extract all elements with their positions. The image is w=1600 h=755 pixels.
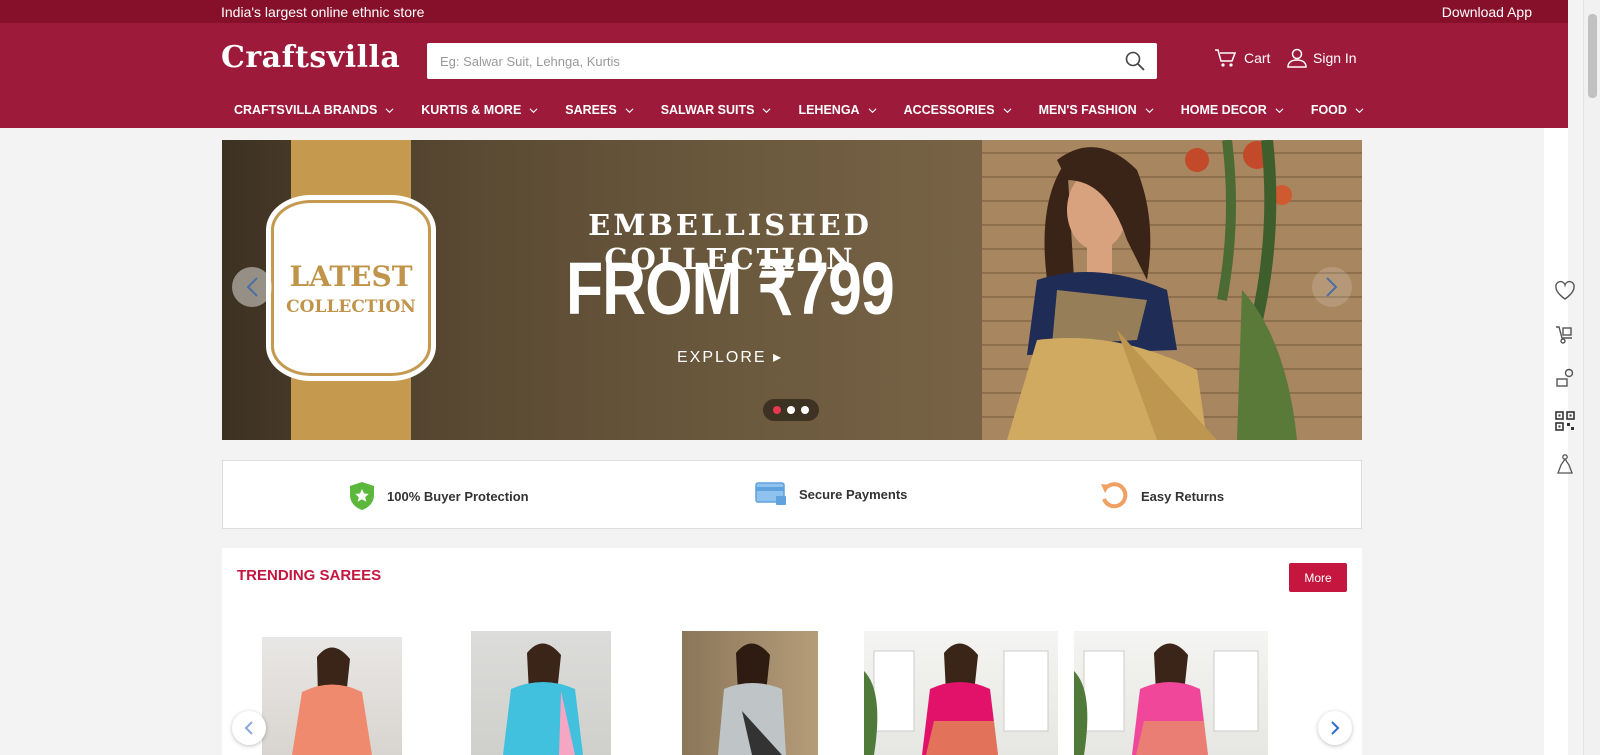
- cart-button[interactable]: Cart: [1214, 48, 1270, 68]
- nav-kurtis-more[interactable]: KURTIS & MORE: [408, 100, 552, 120]
- chevron-down-icon: [1003, 107, 1012, 113]
- nav-label: SAREES: [565, 103, 617, 117]
- section-title: TRENDING SAREES: [237, 567, 382, 584]
- shield-icon: [350, 482, 374, 510]
- chevron-down-icon: [1275, 107, 1284, 113]
- nav-food[interactable]: FOOD: [1298, 100, 1378, 120]
- badge-line1: LATEST: [289, 259, 413, 293]
- product-card[interactable]: [471, 631, 611, 755]
- product-image: [292, 647, 372, 755]
- feature-secure-payments: Secure Payments: [755, 481, 907, 507]
- tagline: India's largest online ethnic store: [221, 4, 425, 20]
- chevron-down-icon: [529, 107, 538, 113]
- cart-icon: [1215, 49, 1236, 67]
- product-image: [503, 643, 583, 755]
- product-image: [864, 643, 1049, 755]
- hero-banner[interactable]: LATEST COLLECTION EMBELLISHED COLLECTION…: [222, 140, 1362, 440]
- nav-label: SALWAR SUITS: [660, 103, 755, 117]
- qr-code-icon[interactable]: [1554, 410, 1576, 432]
- nav-label: FOOD: [1310, 103, 1347, 117]
- nav-label: ACCESSORIES: [903, 103, 995, 117]
- banner-next-button[interactable]: [1312, 267, 1352, 307]
- heart-icon[interactable]: [1554, 280, 1576, 302]
- product-image: [718, 643, 786, 755]
- chevron-down-icon: [868, 107, 877, 113]
- sign-in-button[interactable]: Sign In: [1287, 48, 1357, 68]
- search-icon[interactable]: [1125, 51, 1145, 71]
- feature-easy-returns: Easy Returns: [1099, 481, 1224, 511]
- slide-dot-2[interactable]: [787, 406, 795, 414]
- track-order-icon[interactable]: [1554, 367, 1576, 389]
- feature-label: 100% Buyer Protection: [387, 488, 529, 504]
- nav-label: MEN'S FASHION: [1038, 103, 1137, 117]
- product-card[interactable]: [864, 631, 1058, 755]
- chevron-right-icon: [1326, 277, 1338, 297]
- carousel-next-button[interactable]: [1318, 711, 1352, 745]
- scrollbar-thumb[interactable]: [1588, 14, 1597, 98]
- carousel-prev-button[interactable]: [232, 711, 266, 745]
- nav-label: CRAFTSVILLA BRANDS: [234, 103, 378, 117]
- nav-label: LEHENGA: [798, 103, 860, 117]
- category-nav: CRAFTSVILLA BRANDS KURTIS & MORE SAREES …: [221, 100, 1378, 128]
- nav-accessories[interactable]: ACCESSORIES: [891, 100, 1026, 120]
- banner-price: FROM ₹799: [566, 247, 895, 330]
- chevron-down-icon: [385, 107, 394, 113]
- sign-in-label: Sign In: [1313, 50, 1357, 66]
- slide-indicator: [763, 399, 819, 421]
- nav-salwar-suits[interactable]: SALWAR SUITS: [648, 100, 786, 120]
- search-input[interactable]: [427, 43, 1087, 79]
- dress-icon[interactable]: [1554, 453, 1576, 475]
- return-icon: [1101, 482, 1128, 509]
- nav-sarees[interactable]: SAREES: [552, 100, 647, 120]
- cart-label: Cart: [1244, 50, 1271, 66]
- chevron-down-icon: [1145, 107, 1154, 113]
- feature-label: Easy Returns: [1141, 488, 1225, 504]
- page-scrollbar[interactable]: [1583, 0, 1600, 755]
- product-card[interactable]: [262, 637, 402, 755]
- nav-label: HOME DECOR: [1180, 103, 1267, 117]
- chevron-left-icon: [244, 721, 253, 735]
- download-app-link[interactable]: Download App: [1442, 4, 1532, 20]
- feature-label: Secure Payments: [799, 486, 908, 502]
- product-card[interactable]: [682, 631, 818, 755]
- chevron-down-icon: [625, 107, 634, 113]
- more-button[interactable]: More: [1289, 563, 1347, 592]
- badge-line2: COLLECTION: [286, 296, 416, 317]
- explore-link[interactable]: EXPLORE ▸: [480, 347, 980, 367]
- nav-mens-fashion[interactable]: MEN'S FASHION: [1026, 100, 1168, 120]
- nav-lehenga[interactable]: LEHENGA: [785, 100, 890, 120]
- nav-label: KURTIS & MORE: [421, 103, 522, 117]
- chevron-left-icon: [246, 277, 258, 297]
- nav-home-decor[interactable]: HOME DECOR: [1168, 100, 1298, 120]
- model-image: [1007, 140, 1297, 440]
- top-strip: India's largest online ethnic store Down…: [0, 0, 1568, 23]
- search-box: [427, 43, 1157, 79]
- product-card[interactable]: [1074, 631, 1268, 755]
- right-rail: [1544, 128, 1568, 755]
- product-image: [1074, 643, 1259, 755]
- user-icon: [1287, 48, 1307, 68]
- feature-buyer-protection: 100% Buyer Protection: [349, 481, 529, 511]
- chevron-right-icon: [1331, 721, 1340, 735]
- latest-collection-badge: LATEST COLLECTION: [266, 195, 436, 381]
- banner-prev-button[interactable]: [232, 267, 272, 307]
- delivery-icon[interactable]: [1554, 323, 1576, 345]
- slide-dot-3[interactable]: [801, 406, 809, 414]
- trust-features: 100% Buyer Protection Secure Payments Ea…: [222, 460, 1362, 529]
- chevron-down-icon: [1355, 107, 1364, 113]
- slide-dot-1[interactable]: [773, 406, 781, 414]
- chevron-down-icon: [762, 107, 771, 113]
- trending-sarees-section: TRENDING SAREES More: [222, 548, 1362, 755]
- craftsvilla-logo[interactable]: Craftsvilla: [221, 40, 400, 75]
- nav-craftsvilla-brands[interactable]: CRAFTSVILLA BRANDS: [221, 100, 408, 120]
- site-header: Craftsvilla Cart Sign In CRAFTSVILLA BRA…: [0, 23, 1568, 128]
- card-icon: [755, 482, 786, 505]
